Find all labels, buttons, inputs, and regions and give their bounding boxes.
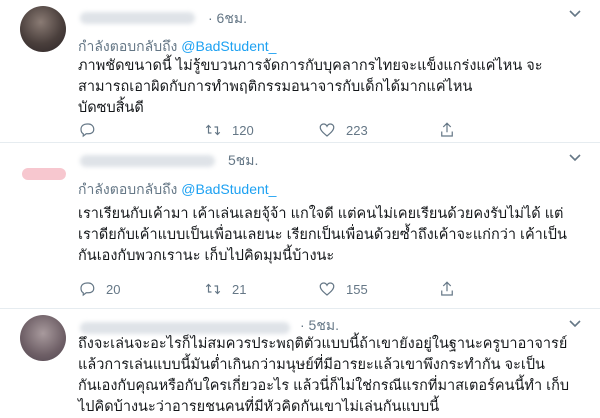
- reply-button[interactable]: [78, 120, 106, 140]
- reply-count: 20: [106, 281, 121, 297]
- retweet-count: 120: [232, 122, 254, 138]
- retweet-icon: [205, 124, 221, 136]
- heart-icon: [319, 282, 335, 296]
- reply-handle-link[interactable]: @BadStudent_: [181, 38, 276, 54]
- like-button[interactable]: 223: [318, 120, 368, 140]
- tweet-actions: 120 223: [78, 120, 508, 140]
- reply-prefix: กำลังตอบกลับถึง: [78, 38, 178, 54]
- chevron-down-icon[interactable]: [568, 150, 582, 167]
- tweet-actions: 20 21 155: [78, 279, 508, 299]
- like-count: 155: [346, 281, 368, 297]
- reply-context: กำลังตอบกลับถึง @BadStudent_: [78, 179, 276, 201]
- reply-icon: [80, 123, 95, 138]
- retweet-button[interactable]: 21: [204, 279, 246, 299]
- redacted-username: [80, 12, 195, 24]
- reply-button[interactable]: 20: [78, 279, 120, 299]
- avatar[interactable]: [20, 315, 66, 361]
- reply-prefix: กำลังตอบกลับถึง: [78, 181, 178, 197]
- redacted-username: [80, 322, 290, 334]
- reply-handle-link[interactable]: @BadStudent_: [181, 181, 276, 197]
- reply-icon: [80, 282, 95, 297]
- avatar[interactable]: [20, 150, 66, 196]
- chevron-down-icon[interactable]: [568, 6, 582, 23]
- reply-context: กำลังตอบกลับถึง @BadStudent_: [78, 36, 276, 58]
- retweet-button[interactable]: 120: [204, 120, 254, 140]
- tweet-time[interactable]: 5ชม.: [228, 150, 258, 172]
- chevron-down-icon[interactable]: [568, 316, 582, 333]
- tweet-time[interactable]: · 6ชม.: [208, 8, 247, 30]
- share-button[interactable]: [438, 279, 466, 299]
- redacted-username: [80, 155, 215, 167]
- share-button[interactable]: [438, 120, 466, 140]
- share-icon: [441, 281, 453, 296]
- tweet-text: ถึงจะเล่นจะอะไรก็ไม่สมควรประพฤติตัวแบบนี…: [78, 336, 570, 415]
- tweet-text: เราเรียนกับเค้ามา เค้าเล่นเลยจุ้จ้า แกใจ…: [78, 206, 567, 264]
- tweet-divider: [0, 308, 600, 309]
- tweet-1[interactable]: · 6ชม. กำลังตอบกลับถึง @BadStudent_ ภาพช…: [0, 0, 600, 142]
- avatar[interactable]: [20, 6, 66, 52]
- retweet-icon: [205, 283, 221, 295]
- avatar-image: [22, 168, 66, 180]
- like-count: 223: [346, 122, 368, 138]
- share-icon: [441, 122, 453, 137]
- like-button[interactable]: 155: [318, 279, 368, 299]
- retweet-count: 21: [232, 281, 247, 297]
- tweet-text: ภาพชัดขนาดนี้ ไม่รู้ขบวนการจัดการกับบุคล…: [78, 58, 543, 116]
- heart-icon: [319, 123, 335, 137]
